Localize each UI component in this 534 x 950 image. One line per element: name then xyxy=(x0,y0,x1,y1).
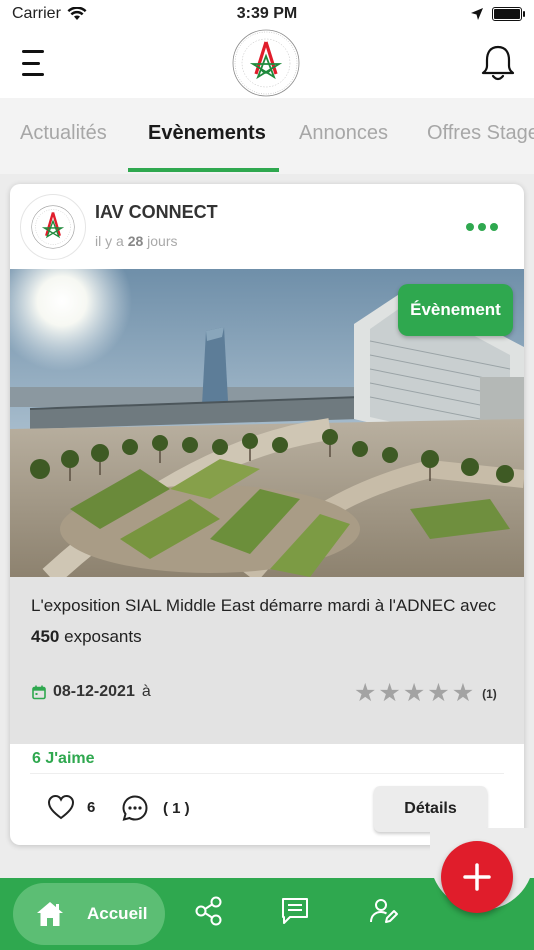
post-time: il y a 28 jours xyxy=(95,233,178,249)
active-tab-indicator xyxy=(128,168,279,172)
more-options-icon[interactable] xyxy=(466,220,498,234)
bell-icon[interactable] xyxy=(478,42,518,84)
post-author[interactable]: IAV CONNECT xyxy=(95,202,218,223)
category-tabs: Actualités Evènements Annonces Offres St… xyxy=(0,98,534,174)
hamburger-menu-icon[interactable] xyxy=(22,50,50,76)
home-icon xyxy=(37,902,63,926)
carrier-label: Carrier xyxy=(12,5,61,22)
share-network-icon[interactable] xyxy=(194,896,224,926)
wifi-icon xyxy=(67,7,87,20)
post-content[interactable]: L'exposition SIAL Middle East démarre ma… xyxy=(10,577,524,744)
location-arrow-icon xyxy=(471,8,483,20)
comment-bubble-icon xyxy=(122,795,148,821)
heart-icon xyxy=(47,794,75,820)
star-icon[interactable]: ★ xyxy=(427,681,449,706)
iav-hassan-ii-logo xyxy=(232,29,300,97)
time-prefix: il y a xyxy=(95,233,124,249)
tab-offres-stage[interactable]: Offres Stage xyxy=(427,122,534,145)
add-button[interactable] xyxy=(441,841,513,913)
tab-annonces[interactable]: Annonces xyxy=(299,122,388,145)
time-value: 28 xyxy=(127,233,144,249)
star-icon[interactable]: ★ xyxy=(403,681,425,706)
details-button[interactable]: Détails xyxy=(374,786,487,832)
nav-home[interactable]: Accueil xyxy=(13,883,165,945)
comment-button[interactable]: ( 1 ) xyxy=(121,794,190,822)
post-card: IAV CONNECT il y a 28 jours Évènement L'… xyxy=(10,184,524,845)
star-icon[interactable]: ★ xyxy=(452,681,474,706)
post-title: L'exposition SIAL Middle East démarre ma… xyxy=(31,590,501,652)
date-value: 08-12-2021 xyxy=(53,683,135,700)
calendar-icon xyxy=(32,685,46,699)
like-count: 6 xyxy=(87,798,96,816)
battery-icon xyxy=(492,7,525,21)
rating-stars[interactable]: ★ ★ ★ ★ ★ (1) xyxy=(354,681,497,706)
likes-summary[interactable]: 6 J'aime xyxy=(32,750,95,768)
comment-count: ( 1 ) xyxy=(163,799,190,817)
event-date: 08-12-2021 à xyxy=(32,683,151,701)
message-icon[interactable] xyxy=(280,896,310,926)
like-button[interactable]: 6 xyxy=(47,794,95,820)
plus-icon xyxy=(463,863,491,891)
star-icon[interactable]: ★ xyxy=(378,681,400,706)
tab-evenements[interactable]: Evènements xyxy=(148,122,266,145)
nav-home-label: Accueil xyxy=(87,904,148,923)
edit-profile-icon[interactable] xyxy=(369,896,399,926)
app-header xyxy=(0,28,534,98)
title-number: 450 xyxy=(31,627,60,646)
tab-actualites[interactable]: Actualités xyxy=(20,122,107,145)
author-avatar[interactable] xyxy=(20,194,86,260)
date-suffix: à xyxy=(141,683,151,700)
title-text-end: exposants xyxy=(64,627,142,646)
star-icon[interactable]: ★ xyxy=(354,681,376,706)
status-bar: Carrier 3:39 PM xyxy=(0,0,534,28)
rating-count: (1) xyxy=(482,686,497,701)
title-text: L'exposition SIAL Middle East démarre ma… xyxy=(31,596,497,615)
time-unit: jours xyxy=(147,233,178,249)
event-badge: Évènement xyxy=(398,284,513,336)
